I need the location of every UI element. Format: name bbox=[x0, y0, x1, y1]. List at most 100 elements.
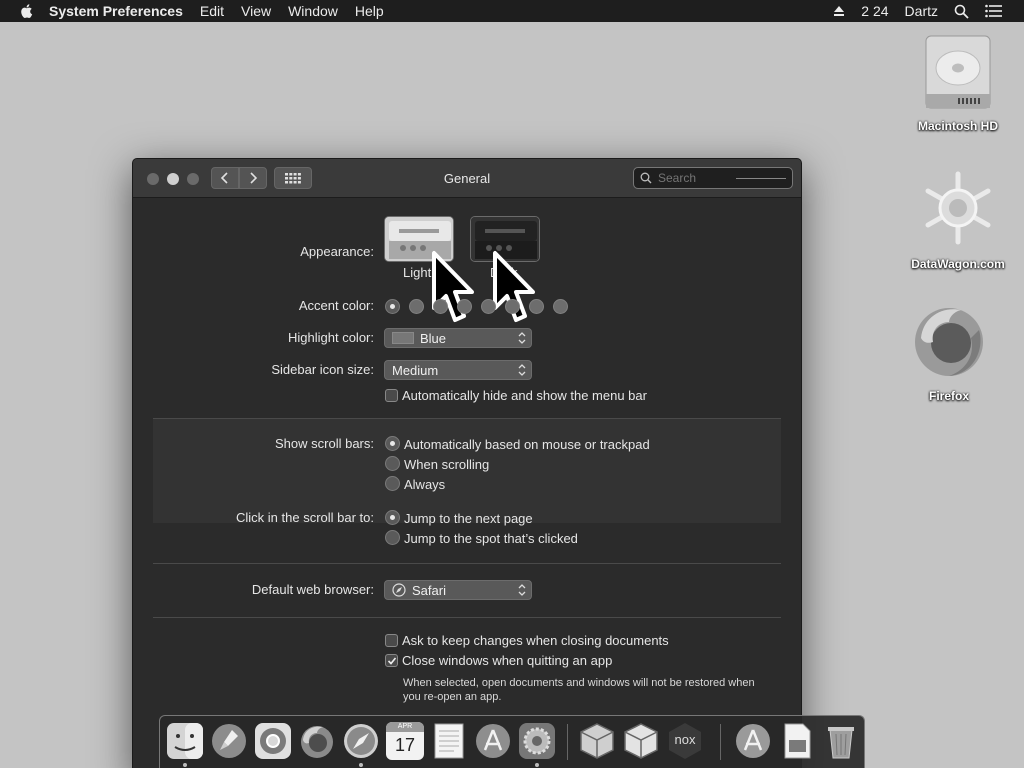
scroll-bars-when-scrolling-label: When scrolling bbox=[404, 457, 490, 472]
downloads-icon[interactable] bbox=[734, 722, 772, 760]
default-browser-popup[interactable]: Safari bbox=[384, 580, 532, 600]
virtualbox-icon[interactable] bbox=[578, 722, 616, 760]
popup-arrows-icon bbox=[516, 583, 528, 597]
close-windows-note: When selected, open documents and window… bbox=[403, 677, 755, 703]
sidebar-icon-size-label: Sidebar icon size: bbox=[271, 362, 374, 377]
close-button[interactable] bbox=[147, 173, 159, 185]
nox-icon[interactable]: nox bbox=[666, 722, 704, 760]
menu-bar: System Preferences Edit View Window Help… bbox=[0, 0, 1024, 22]
menu-user[interactable]: Dartz bbox=[905, 3, 938, 19]
autohide-menubar-checkbox[interactable] bbox=[385, 389, 398, 402]
click-next-page-radio[interactable] bbox=[385, 510, 400, 525]
menu-app-name[interactable]: System Preferences bbox=[49, 3, 183, 19]
click-spot-radio[interactable] bbox=[385, 530, 400, 545]
menu-clock[interactable]: 2 24 bbox=[861, 3, 888, 19]
virtualbox-vm-icon[interactable] bbox=[622, 722, 660, 760]
accent-swatch[interactable] bbox=[553, 299, 568, 314]
forward-button[interactable] bbox=[239, 167, 267, 189]
appearance-label: Appearance: bbox=[300, 244, 374, 259]
back-button[interactable] bbox=[211, 167, 239, 189]
chevron-left-icon bbox=[220, 172, 228, 184]
notification-center-icon[interactable] bbox=[985, 4, 1002, 18]
document-icon[interactable] bbox=[778, 722, 816, 760]
textedit-icon[interactable] bbox=[430, 722, 468, 760]
highlight-color-label: Highlight color: bbox=[288, 330, 374, 345]
menu-help[interactable]: Help bbox=[355, 3, 384, 19]
scroll-bars-always-label: Always bbox=[404, 477, 446, 492]
menu-window[interactable]: Window bbox=[288, 3, 338, 19]
search-field[interactable] bbox=[633, 167, 793, 189]
accent-swatch[interactable] bbox=[433, 299, 448, 314]
safari-compass-icon bbox=[392, 583, 406, 597]
search-underline bbox=[736, 178, 786, 179]
scroll-bars-when-scrolling-radio[interactable] bbox=[385, 456, 400, 471]
accent-swatch[interactable] bbox=[481, 299, 496, 314]
datawagon-snowflake-icon bbox=[925, 171, 991, 245]
finder-icon[interactable] bbox=[166, 722, 204, 760]
desktop-icon-firefox[interactable]: Firefox bbox=[889, 300, 1009, 403]
close-windows-label: Close windows when quitting an app bbox=[402, 653, 613, 668]
desktop-icon-label: Firefox bbox=[928, 389, 969, 403]
launchpad-icon[interactable] bbox=[210, 722, 248, 760]
minimize-button[interactable] bbox=[167, 173, 179, 185]
chrome-icon[interactable] bbox=[254, 722, 292, 760]
color-swatch-icon bbox=[392, 332, 414, 344]
app-store-icon[interactable] bbox=[474, 722, 512, 760]
dock: APR 17 nox bbox=[159, 715, 865, 768]
desktop-icon-label: Macintosh HD bbox=[917, 119, 998, 133]
default-browser-value: Safari bbox=[412, 582, 446, 598]
scroll-bars-auto-radio[interactable] bbox=[385, 436, 400, 451]
click-spot-label: Jump to the spot that’s clicked bbox=[404, 531, 578, 546]
firefox-icon[interactable] bbox=[298, 722, 336, 760]
separator bbox=[153, 617, 781, 618]
calendar-day: 17 bbox=[394, 735, 416, 755]
sidebar-icon-size-popup[interactable]: Medium bbox=[384, 360, 532, 380]
ask-keep-changes-checkbox[interactable] bbox=[385, 634, 398, 647]
eject-icon[interactable] bbox=[833, 5, 845, 17]
sidebar-icon-size-value: Medium bbox=[392, 362, 439, 378]
trash-icon[interactable] bbox=[822, 722, 860, 760]
highlight-color-popup[interactable]: Blue bbox=[384, 328, 532, 348]
nox-label: nox bbox=[674, 732, 696, 747]
menu-edit[interactable]: Edit bbox=[200, 3, 224, 19]
click-scroll-bar-label: Click in the scroll bar to: bbox=[236, 510, 374, 525]
show-scroll-bars-label: Show scroll bars: bbox=[275, 436, 374, 451]
firefox-icon bbox=[915, 308, 983, 376]
show-all-button[interactable] bbox=[274, 167, 312, 189]
close-windows-checkbox[interactable] bbox=[385, 654, 398, 667]
calendar-icon[interactable]: APR 17 bbox=[386, 722, 424, 760]
running-indicator bbox=[535, 763, 539, 767]
scroll-bars-auto-label: Automatically based on mouse or trackpad bbox=[404, 437, 650, 452]
accent-color-label: Accent color: bbox=[298, 298, 374, 313]
system-preferences-icon[interactable] bbox=[518, 722, 556, 760]
apple-logo-icon[interactable] bbox=[19, 3, 35, 19]
accent-swatch[interactable] bbox=[529, 299, 544, 314]
accent-swatch[interactable] bbox=[457, 299, 472, 314]
desktop-icon-label: DataWagon.com bbox=[911, 257, 1005, 271]
checkmark-icon bbox=[387, 656, 396, 665]
general-pane: Appearance: Light Dark bbox=[133, 199, 801, 768]
running-indicator bbox=[359, 763, 363, 767]
highlight-color-value: Blue bbox=[420, 330, 447, 346]
ask-keep-changes-label: Ask to keep changes when closing documen… bbox=[402, 633, 669, 648]
autohide-menubar-label: Automatically hide and show the menu bar bbox=[402, 388, 647, 403]
accent-swatch[interactable] bbox=[505, 299, 520, 314]
desktop-icon-datawagon[interactable]: DataWagon.com bbox=[898, 168, 1018, 271]
grid-icon bbox=[285, 173, 301, 184]
popup-arrows-icon bbox=[516, 331, 528, 345]
accent-swatch[interactable] bbox=[409, 299, 424, 314]
dock-divider bbox=[567, 724, 568, 760]
title-bar[interactable]: General bbox=[133, 159, 801, 198]
zoom-button[interactable] bbox=[187, 173, 199, 185]
accent-swatch-selected[interactable] bbox=[385, 299, 400, 314]
dock-divider bbox=[720, 724, 721, 760]
menu-view[interactable]: View bbox=[241, 3, 271, 19]
desktop-icon-macintosh-hd[interactable]: Macintosh HD bbox=[898, 30, 1018, 133]
default-browser-label: Default web browser: bbox=[251, 582, 374, 597]
separator bbox=[153, 563, 781, 564]
calendar-month: APR bbox=[386, 722, 424, 732]
safari-icon[interactable] bbox=[342, 722, 380, 760]
appearance-light-label: Light bbox=[403, 265, 432, 280]
spotlight-search-icon[interactable] bbox=[954, 4, 969, 19]
scroll-bars-always-radio[interactable] bbox=[385, 476, 400, 491]
